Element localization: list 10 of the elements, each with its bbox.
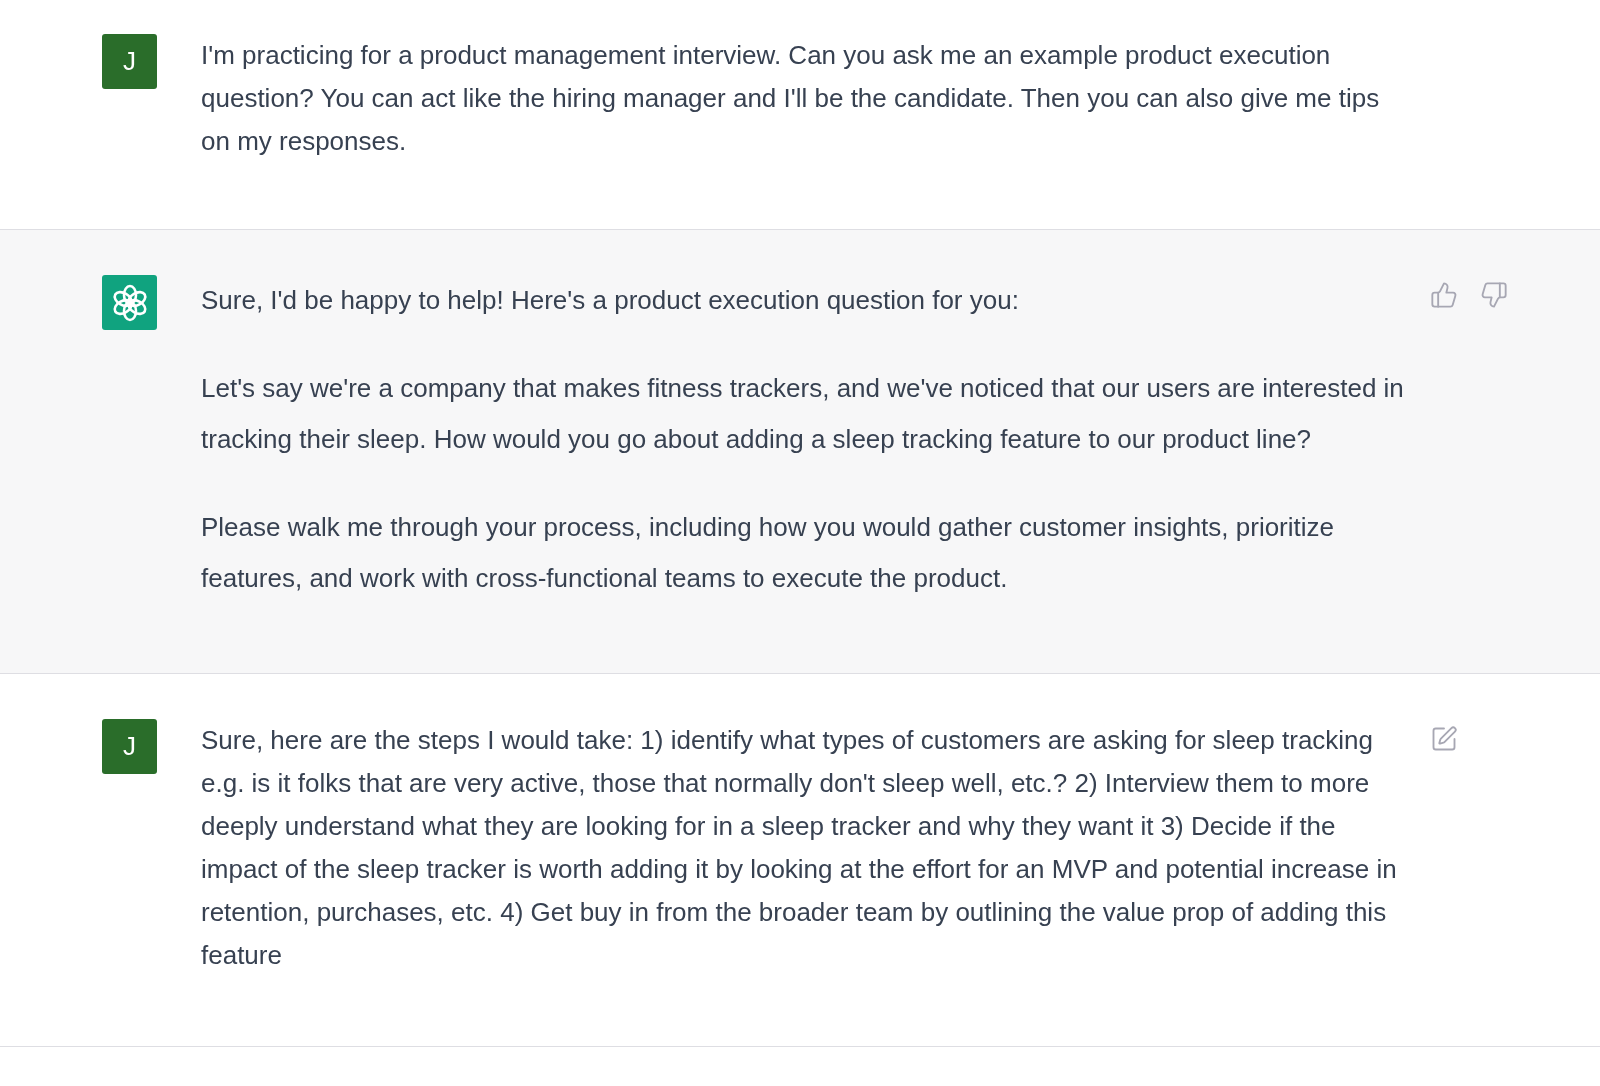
thumbs-up-icon[interactable] <box>1430 281 1458 309</box>
message-text: Let's say we're a company that makes fitness trackers, and we've noticed that our users are interested in tracking their sleep. How would you go about adding a sleep tracking feature to our product line? <box>201 372 1405 456</box>
message-text: Please walk me through your process, including how you would gather customer insights, prioritize features, and work with cross-functional teams to execute the product. <box>201 511 1335 595</box>
message-text: Sure, I'd be happy to help! Here's a product execution question for you: <box>201 284 1020 317</box>
message-text: Sure, here are the steps I would take: 1) identify what types of customers are asking for sleep tracking e.g. is it folks that are very active, those that normally don't sleep well, etc.? 2) Interview them to more deeply understand what they are looking for in a sleep tracker and why they want it 3) Decide if the impact of the sleep tracker is worth adding it by looking at the effort for an MVP and potential increase in retention, purchases, etc. 4) Get buy in from the broader team by outlining the value prop of adding this feature <box>201 724 1398 972</box>
message-text: I'm practicing for a product management interview. Can you ask me an example product execution question? You can act like the hiring manager and I'll be the candidate. Then you can also give me tips on my responses. <box>201 39 1381 158</box>
thumbs-down-icon[interactable] <box>1480 281 1508 309</box>
user-avatar: J <box>102 34 157 89</box>
edit-icon[interactable] <box>1430 725 1458 753</box>
user-avatar: J <box>102 719 157 774</box>
